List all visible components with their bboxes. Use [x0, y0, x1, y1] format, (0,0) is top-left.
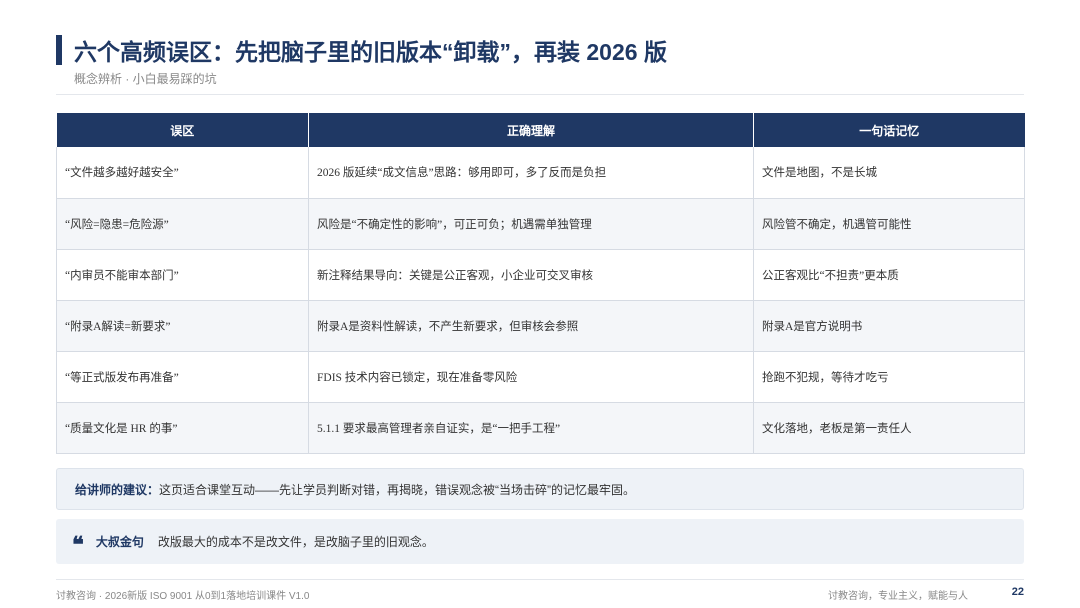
misconceptions-table: 误区 正确理解 一句话记忆 “文件越多越好越安全” 2026 版延续“成文信息”…	[56, 113, 1025, 454]
understanding-cell: 新注释结果导向：关键是公正客观，小企业可交叉审核	[308, 249, 754, 301]
understanding-cell: 2026 版延续“成文信息”思路：够用即可，多了反而是负担	[308, 147, 754, 199]
title-wrap: 六个高频误区：先把脑子里的旧版本“卸载”，再装 2026 版	[56, 34, 667, 66]
understanding-cell: FDIS 技术内容已锁定，现在准备零风险	[308, 351, 754, 403]
footer-divider	[56, 579, 1024, 580]
column-header-memory-line: 一句话记忆	[753, 113, 1025, 147]
memory-cell: 抢跑不犯规，等待才吃亏	[753, 351, 1025, 403]
misconception-cell: “质量文化是 HR 的事”	[56, 402, 309, 454]
misconception-cell: “附录A解读=新要求”	[56, 300, 309, 352]
understanding-cell: 5.1.1 要求最高管理者亲自证实，是“一把手工程”	[308, 402, 754, 454]
page-title: 六个高频误区：先把脑子里的旧版本“卸载”，再装 2026 版	[74, 39, 667, 65]
understanding-cell: 附录A是资料性解读，不产生新要求，但审核会参照	[308, 300, 754, 352]
memory-cell: 公正客观比“不担责”更本质	[753, 249, 1025, 301]
misconception-cell: “等正式版发布再准备”	[56, 351, 309, 403]
memory-cell: 风险管不确定，机遇管可能性	[753, 198, 1025, 250]
misconception-cell: “内审员不能审本部门”	[56, 249, 309, 301]
footer-course-title: 讨教咨询 · 2026新版 ISO 9001 从0到1落地培训课件 V1.0	[56, 591, 310, 602]
instructor-tip-label: 给讲师的建议：	[75, 482, 160, 497]
memory-cell: 文化落地，老板是第一责任人	[753, 402, 1025, 454]
page-number: 22	[1011, 586, 1024, 598]
table-row: “附录A解读=新要求” 附录A是资料性解读，不产生新要求，但审核会参照 附录A是…	[56, 300, 1025, 352]
title-divider	[56, 94, 1024, 95]
instructor-tip-box: 给讲师的建议： 这页适合课堂互动——先让学员判断对错，再揭晓，错误观念被“当场击…	[56, 468, 1024, 510]
column-header-correct-understanding: 正确理解	[308, 113, 754, 147]
golden-quote-label: 大叔金句	[95, 535, 144, 549]
table-row: “等正式版发布再准备” FDIS 技术内容已锁定，现在准备零风险 抢跑不犯规，等…	[56, 351, 1025, 403]
table-row: “风险=隐患=危险源” 风险是“不确定性的影响”，可正可负；机遇需单独管理 风险…	[56, 198, 1025, 250]
table-row: “文件越多越好越安全” 2026 版延续“成文信息”思路：够用即可，多了反而是负…	[56, 147, 1025, 199]
golden-quote-text: 改版最大的成本不是改文件，是改脑子里的旧观念。	[157, 535, 434, 549]
page-subtitle: 概念辨析 · 小白最易踩的坑	[74, 72, 217, 86]
memory-cell: 文件是地图，不是长城	[753, 147, 1025, 199]
golden-quote-box: ❝ 大叔金句 改版最大的成本不是改文件，是改脑子里的旧观念。	[56, 519, 1024, 564]
memory-cell: 附录A是官方说明书	[753, 300, 1025, 352]
table-row: “内审员不能审本部门” 新注释结果导向：关键是公正客观，小企业可交叉审核 公正客…	[56, 249, 1025, 301]
understanding-cell: 风险是“不确定性的影响”，可正可负；机遇需单独管理	[308, 198, 754, 250]
table-header-row: 误区 正确理解 一句话记忆	[56, 113, 1025, 147]
instructor-tip-text: 这页适合课堂互动——先让学员判断对错，再揭晓，错误观念被“当场击碎”的记忆最牢固…	[159, 482, 636, 497]
quote-icon: ❝	[72, 531, 84, 558]
misconception-cell: “文件越多越好越安全”	[56, 147, 309, 199]
footer-slogan: 讨教咨询，专业主义，赋能与人	[828, 591, 968, 602]
table-row: “质量文化是 HR 的事” 5.1.1 要求最高管理者亲自证实，是“一把手工程”…	[56, 402, 1025, 454]
column-header-misconception: 误区	[56, 113, 309, 147]
misconception-cell: “风险=隐患=危险源”	[56, 198, 309, 250]
title-accent-bar	[56, 35, 62, 65]
